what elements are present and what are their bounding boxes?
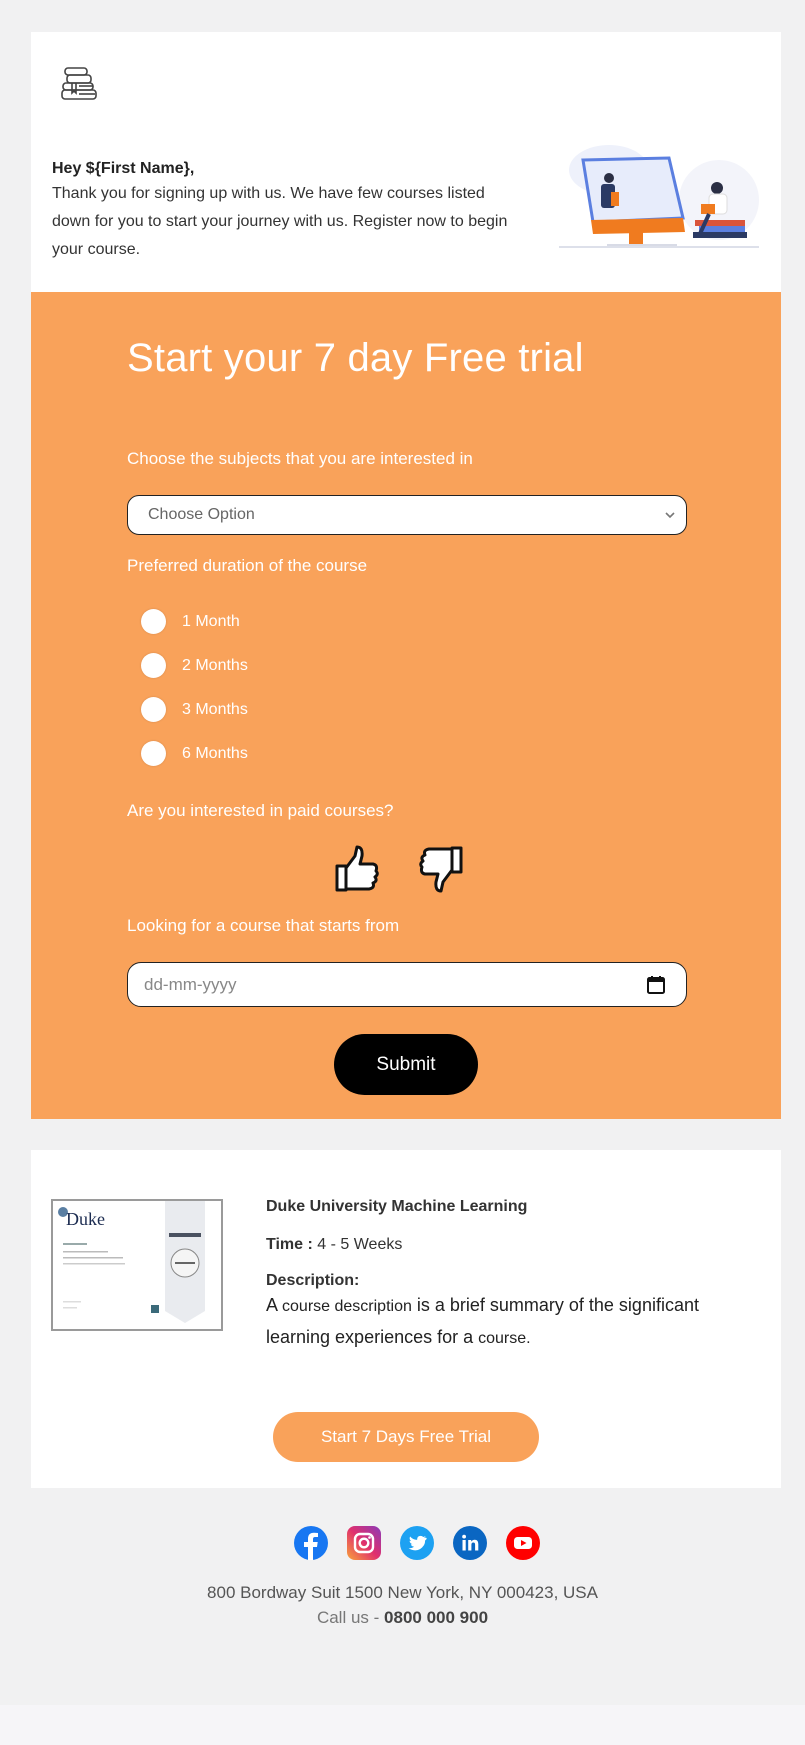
subjects-select[interactable]: Choose Option xyxy=(127,495,687,535)
radio-label: 1 Month xyxy=(182,612,240,630)
desc-part: course xyxy=(478,1330,527,1347)
footer-phone: Call us - 0800 000 900 xyxy=(0,1608,805,1628)
page-bottom-band xyxy=(0,1705,805,1745)
duration-option-1-month[interactable]: 1 Month xyxy=(141,609,240,634)
youtube-icon[interactable] xyxy=(506,1526,540,1560)
radio-label: 2 Months xyxy=(182,656,248,674)
course-description: A course description is a brief summary … xyxy=(266,1290,756,1354)
thumbs-down-icon[interactable] xyxy=(417,844,465,894)
paid-courses-choice xyxy=(333,844,465,894)
duration-option-6-months[interactable]: 6 Months xyxy=(141,741,248,766)
radio-button[interactable] xyxy=(141,741,166,766)
course-card: Duke Duke University Machine Learning Ti… xyxy=(31,1150,781,1488)
course-time-value: 4 - 5 Weeks xyxy=(317,1236,403,1253)
facebook-icon[interactable] xyxy=(294,1526,328,1560)
linkedin-icon[interactable] xyxy=(453,1526,487,1560)
instagram-icon[interactable] xyxy=(347,1526,381,1560)
call-us-label: Call us - xyxy=(316,1608,385,1627)
submit-button[interactable]: Submit xyxy=(334,1034,478,1095)
radio-button[interactable] xyxy=(141,609,166,634)
desc-part: . xyxy=(526,1330,531,1347)
paid-courses-label: Are you interested in paid courses? xyxy=(127,801,394,820)
course-info: Duke University Machine Learning Time : … xyxy=(266,1198,756,1354)
calendar-icon[interactable] xyxy=(646,975,666,995)
radio-label: 3 Months xyxy=(182,700,248,718)
form-title: Start your 7 day Free trial xyxy=(127,336,584,380)
course-thumbnail[interactable]: Duke xyxy=(51,1199,223,1331)
phone-number[interactable]: 0800 000 900 xyxy=(384,1608,488,1627)
greeting-block: Hey ${First Name}, Thank you for signing… xyxy=(52,158,522,264)
course-time-label: Time : xyxy=(266,1236,313,1253)
desc-part: A xyxy=(266,1295,283,1315)
desc-part: course description xyxy=(282,1298,412,1315)
social-links xyxy=(294,1526,540,1560)
course-title: Duke University Machine Learning xyxy=(266,1198,528,1215)
duke-wordmark: Duke xyxy=(66,1209,105,1229)
free-trial-form: Start your 7 day Free trial Choose the s… xyxy=(31,292,781,1119)
subjects-select-value: Choose Option xyxy=(148,506,255,523)
greeting: Hey ${First Name}, xyxy=(52,160,195,177)
duration-option-3-months[interactable]: 3 Months xyxy=(141,697,248,722)
twitter-icon[interactable] xyxy=(400,1526,434,1560)
start-date-input[interactable]: dd-mm-yyyy xyxy=(127,962,687,1007)
duration-option-2-months[interactable]: 2 Months xyxy=(141,653,248,678)
date-placeholder: dd-mm-yyyy xyxy=(144,974,237,994)
online-learning-illustration xyxy=(559,140,759,252)
subjects-label: Choose the subjects that you are interes… xyxy=(127,449,473,468)
header-card: Hey ${First Name}, Thank you for signing… xyxy=(31,32,781,292)
intro-text: Thank you for signing up with us. We hav… xyxy=(52,185,508,258)
course-time: Time : 4 - 5 Weeks xyxy=(266,1236,756,1254)
radio-label: 6 Months xyxy=(182,744,248,762)
chevron-down-icon xyxy=(664,508,676,520)
footer-address: 800 Bordway Suit 1500 New York, NY 00042… xyxy=(207,1583,598,1602)
radio-button[interactable] xyxy=(141,697,166,722)
stack-of-books-icon xyxy=(59,64,103,104)
duration-label: Preferred duration of the course xyxy=(127,556,368,575)
thumbs-up-icon[interactable] xyxy=(333,844,381,894)
radio-button[interactable] xyxy=(141,653,166,678)
course-description-label: Description: xyxy=(266,1272,360,1289)
start-date-label: Looking for a course that starts from xyxy=(127,916,400,935)
start-free-trial-button[interactable]: Start 7 Days Free Trial xyxy=(273,1412,539,1462)
